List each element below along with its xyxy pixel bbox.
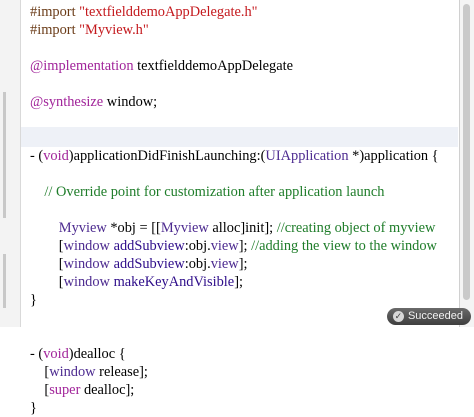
code-token: "textfielddemoAppDelegate.h": [79, 4, 258, 20]
code-token: //adding the view to the window: [251, 238, 437, 254]
source-code[interactable]: #import "textfielddemoAppDelegate.h" #imp…: [30, 3, 439, 417]
vertical-scrollbar[interactable]: [459, 0, 474, 327]
fold-marker[interactable]: [3, 254, 6, 308]
code-line[interactable]: #import "textfielddemoAppDelegate.h": [30, 3, 439, 21]
scrollbar-thumb[interactable]: [463, 4, 470, 300]
code-line[interactable]: [window release];: [30, 363, 439, 381]
code-token: UIApplication: [265, 148, 349, 164]
code-token: }: [30, 292, 37, 308]
fold-marker[interactable]: [3, 92, 6, 218]
code-token: window: [63, 238, 110, 254]
code-token: [: [30, 238, 64, 254]
code-line[interactable]: [30, 39, 439, 57]
code-line[interactable]: // Override point for customization afte…: [30, 183, 439, 201]
code-token: super: [49, 382, 81, 398]
code-token: :obj.: [184, 256, 211, 272]
code-token: view: [210, 238, 239, 254]
code-line[interactable]: [30, 201, 439, 219]
code-token: "Myview.h": [79, 22, 149, 38]
code-token: - (: [30, 148, 44, 164]
code-line[interactable]: [30, 111, 439, 129]
code-token: alloc]init];: [208, 220, 277, 236]
code-line[interactable]: @implementation textfielddemoAppDelegate: [30, 57, 439, 75]
build-status-badge: ✓ Succeeded: [386, 308, 471, 325]
code-token: *obj = [[: [106, 220, 161, 236]
code-token: }: [30, 400, 37, 416]
code-token: ];: [238, 238, 252, 254]
build-status-text: Succeeded: [407, 310, 463, 322]
code-token: // Override point for customization afte…: [44, 184, 385, 200]
code-token: :obj.: [184, 238, 211, 254]
code-line[interactable]: }: [30, 399, 439, 417]
code-line[interactable]: [window addSubview:obj.view];: [30, 255, 439, 273]
code-token: makeKeyAndVisible: [113, 274, 235, 290]
code-token: void: [43, 148, 69, 164]
code-token: @implementation: [30, 58, 134, 74]
code-token: addSubview: [113, 256, 185, 272]
code-token: ];: [238, 256, 248, 272]
code-token: release];: [95, 364, 148, 380]
code-token: )dealloc {: [68, 346, 126, 362]
code-token: @synthesize: [30, 94, 104, 110]
code-line[interactable]: Myview *obj = [[Myview alloc]init]; //cr…: [30, 219, 439, 237]
code-token: [: [30, 274, 64, 290]
code-token: addSubview: [113, 238, 185, 254]
code-token: Myview: [58, 220, 107, 236]
code-line[interactable]: [30, 309, 439, 327]
code-token: window: [49, 364, 96, 380]
code-line[interactable]: }: [30, 291, 439, 309]
code-token: #import: [30, 4, 80, 20]
code-line[interactable]: [window makeKeyAndVisible];: [30, 273, 439, 291]
code-line[interactable]: [30, 327, 439, 345]
code-line[interactable]: @synthesize window;: [30, 93, 439, 111]
code-line[interactable]: [window addSubview:obj.view]; //adding t…: [30, 237, 439, 255]
code-line[interactable]: [30, 165, 439, 183]
code-line[interactable]: - (void)dealloc {: [30, 345, 439, 363]
code-token: textfielddemoAppDelegate: [133, 58, 294, 74]
code-token: window: [63, 256, 110, 272]
code-token: [: [30, 382, 50, 398]
code-token: )applicationDidFinishLaunching:(: [68, 148, 266, 164]
code-line[interactable]: [30, 129, 439, 147]
code-token: window: [63, 274, 110, 290]
code-token: window;: [103, 94, 158, 110]
code-token: - (: [30, 346, 44, 362]
code-token: *)application {: [348, 148, 439, 164]
code-token: Myview: [160, 220, 209, 236]
code-token: ];: [234, 274, 243, 290]
code-editor[interactable]: #import "textfielddemoAppDelegate.h" #imp…: [0, 0, 474, 416]
code-token: dealloc];: [80, 382, 135, 398]
code-token: #import: [30, 22, 80, 38]
code-token: [: [30, 364, 50, 380]
code-line[interactable]: [super dealloc];: [30, 381, 439, 399]
code-line[interactable]: #import "Myview.h": [30, 21, 439, 39]
check-circle-icon: ✓: [392, 311, 404, 322]
code-line[interactable]: - (void)applicationDidFinishLaunching:(U…: [30, 147, 439, 165]
code-token: [: [30, 256, 64, 272]
editor-gutter[interactable]: [0, 0, 21, 327]
code-line[interactable]: [30, 75, 439, 93]
code-token: void: [43, 346, 69, 362]
code-token: //creating object of myview: [276, 220, 436, 236]
code-token: view: [210, 256, 239, 272]
